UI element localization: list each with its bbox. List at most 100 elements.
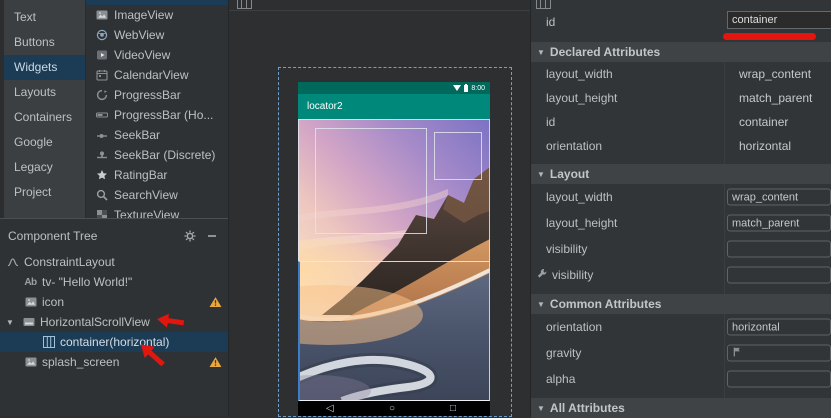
attr-name: alpha	[546, 372, 575, 386]
palette-category-buttons[interactable]: Buttons	[4, 30, 85, 55]
settings-gear-icon[interactable]	[183, 229, 196, 242]
imageview-icon	[95, 9, 108, 22]
palette-widget-searchview[interactable]: SearchView	[86, 185, 228, 205]
component-tree-header: Component Tree	[0, 219, 228, 252]
collapse-icon[interactable]: ▼	[537, 300, 545, 309]
collapse-icon[interactable]: ▼	[537, 170, 545, 179]
section-header-all-attributes[interactable]: ▼ All Attributes	[531, 398, 831, 418]
attr-row-visibility: visibility	[531, 262, 831, 288]
attr-visibility-dropdown[interactable]	[727, 267, 831, 284]
collapse-icon[interactable]: ▼	[537, 404, 545, 413]
id-input[interactable]	[727, 11, 831, 29]
hscroll-icon	[22, 316, 35, 329]
textview-icon: Ab	[24, 276, 37, 289]
wrench-icon	[537, 268, 548, 282]
palette-category-text[interactable]: Text	[4, 5, 85, 30]
attr-name: gravity	[546, 346, 581, 360]
device-preview[interactable]: 8:00 locator2	[298, 82, 490, 416]
tree-item-tv-hello-world-[interactable]: Abtv- "Hello World!"	[0, 272, 228, 292]
palette-widget-imageview[interactable]: ImageView	[86, 5, 228, 25]
section-header-layout[interactable]: ▼Layout	[531, 164, 831, 184]
palette-widget-webview[interactable]: WebView	[86, 25, 228, 45]
section-header-declared-attributes[interactable]: ▼Declared Attributes	[531, 42, 831, 62]
attr-layout_height-dropdown[interactable]: match_parent	[727, 215, 831, 232]
palette-widget-textureview[interactable]: TextureView	[86, 205, 228, 218]
category-label: Legacy	[14, 160, 53, 174]
ratingbar-icon	[95, 169, 108, 182]
view-rect-small[interactable]	[434, 132, 482, 180]
selected-container-bounds[interactable]	[298, 261, 490, 401]
attr-name: id	[546, 115, 555, 129]
attr-name: layout_width	[546, 67, 613, 81]
attr-value: match_parent	[739, 91, 812, 105]
palette-category-project[interactable]: Project	[4, 180, 85, 205]
section-header-common-attributes[interactable]: ▼Common Attributes	[531, 294, 831, 314]
category-label: Text	[14, 10, 36, 24]
attributes-panel: id ▼Declared Attributes layout_width wrap_…	[530, 0, 831, 416]
attr-layout_width-dropdown[interactable]: wrap_content	[727, 189, 831, 206]
tree-item-container-horizontal-[interactable]: container(horizontal)	[0, 332, 228, 352]
back-icon[interactable]: ◁	[326, 401, 334, 416]
attr-value: horizontal	[732, 321, 780, 333]
attr-value: wrap_content	[739, 67, 811, 81]
palette-widget-ratingbar[interactable]: RatingBar	[86, 165, 228, 185]
palette-category-containers[interactable]: Containers	[4, 105, 85, 130]
design-canvas[interactable]: 8:00 locator2	[228, 0, 530, 416]
attr-name: layout_height	[546, 216, 617, 230]
attr-alpha-input[interactable]	[727, 371, 831, 388]
collapse-icon[interactable]: ▼	[537, 48, 545, 57]
attr-name: layout_height	[546, 91, 617, 105]
constraintlayout-icon	[6, 256, 19, 269]
searchview-icon	[95, 189, 108, 202]
widget-label: WebView	[114, 28, 164, 42]
tree-item-splash-screen[interactable]: splash_screen	[0, 352, 228, 372]
palette-widget-videoview[interactable]: VideoView	[86, 45, 228, 65]
palette-category-widgets[interactable]: Widgets	[4, 55, 85, 80]
palette-widget-seekbar-discrete-[interactable]: SeekBar (Discrete)	[86, 145, 228, 165]
attr-row-layout_height: layout_height match_parent	[531, 210, 831, 236]
minimize-icon[interactable]	[205, 229, 218, 242]
attr-row-alpha: alpha	[531, 366, 831, 392]
palette-widget-list: ImageViewWebViewVideoViewCalendarViewPro…	[85, 0, 228, 218]
attr-row-layout_width: layout_width wrap_content	[531, 184, 831, 210]
section-title: All Attributes	[550, 401, 625, 415]
recents-icon[interactable]: □	[450, 401, 456, 416]
palette-category-legacy[interactable]: Legacy	[4, 155, 85, 180]
attr-name: visibility	[546, 242, 587, 256]
palette-widget-calendarview[interactable]: CalendarView	[86, 65, 228, 85]
view-rect-large[interactable]	[315, 128, 427, 234]
attr-row-orientation: orientationhorizontal	[531, 134, 831, 158]
id-label: id	[546, 15, 555, 29]
attr-orientation-dropdown[interactable]: horizontal	[727, 319, 831, 336]
attr-row-layout_width: layout_width wrap_content	[531, 62, 831, 86]
webview-icon	[95, 29, 108, 42]
tree-item-horizontalscrollview[interactable]: ▼ HorizontalScrollView	[0, 312, 228, 332]
palette-widget-seekbar[interactable]: SeekBar	[86, 125, 228, 145]
progressbarh-icon	[95, 109, 108, 122]
expander-icon[interactable]: ▼	[6, 318, 17, 327]
tree-item-icon[interactable]: icon	[0, 292, 228, 312]
home-icon[interactable]: ○	[389, 401, 395, 416]
category-label: Layouts	[14, 85, 56, 99]
palette-widget-progressbar[interactable]: ProgressBar	[86, 85, 228, 105]
phone-status-bar: 8:00	[298, 82, 490, 94]
tree-item-label: HorizontalScrollView	[40, 315, 150, 329]
phone-nav-bar: ◁ ○ □	[298, 401, 490, 416]
attr-name: orientation	[546, 320, 602, 334]
attr-name: layout_width	[546, 190, 613, 204]
category-label: Project	[14, 185, 51, 199]
palette-categories: Text ButtonsWidgets Layouts ContainersGoogl…	[0, 0, 85, 218]
attr-value: match_parent	[732, 217, 799, 229]
attr-gravity-flag-field[interactable]	[727, 345, 831, 362]
imageview-icon	[24, 296, 37, 309]
battery-icon	[464, 85, 468, 92]
attr-row-layout_height: layout_height match_parent	[531, 86, 831, 110]
palette-category-google[interactable]: Google	[4, 130, 85, 155]
palette-widget-progressbar-ho-[interactable]: ProgressBar (Ho...	[86, 105, 228, 125]
tree-item-constraintlayout[interactable]: ConstraintLayout	[0, 252, 228, 272]
palette-category-layouts[interactable]: Layouts	[4, 80, 85, 105]
design-preview-photo[interactable]	[298, 119, 490, 401]
attr-visibility-dropdown[interactable]	[727, 241, 831, 258]
tree-item-label: ConstraintLayout	[24, 255, 115, 269]
component-tree-title: Component Tree	[8, 229, 97, 243]
